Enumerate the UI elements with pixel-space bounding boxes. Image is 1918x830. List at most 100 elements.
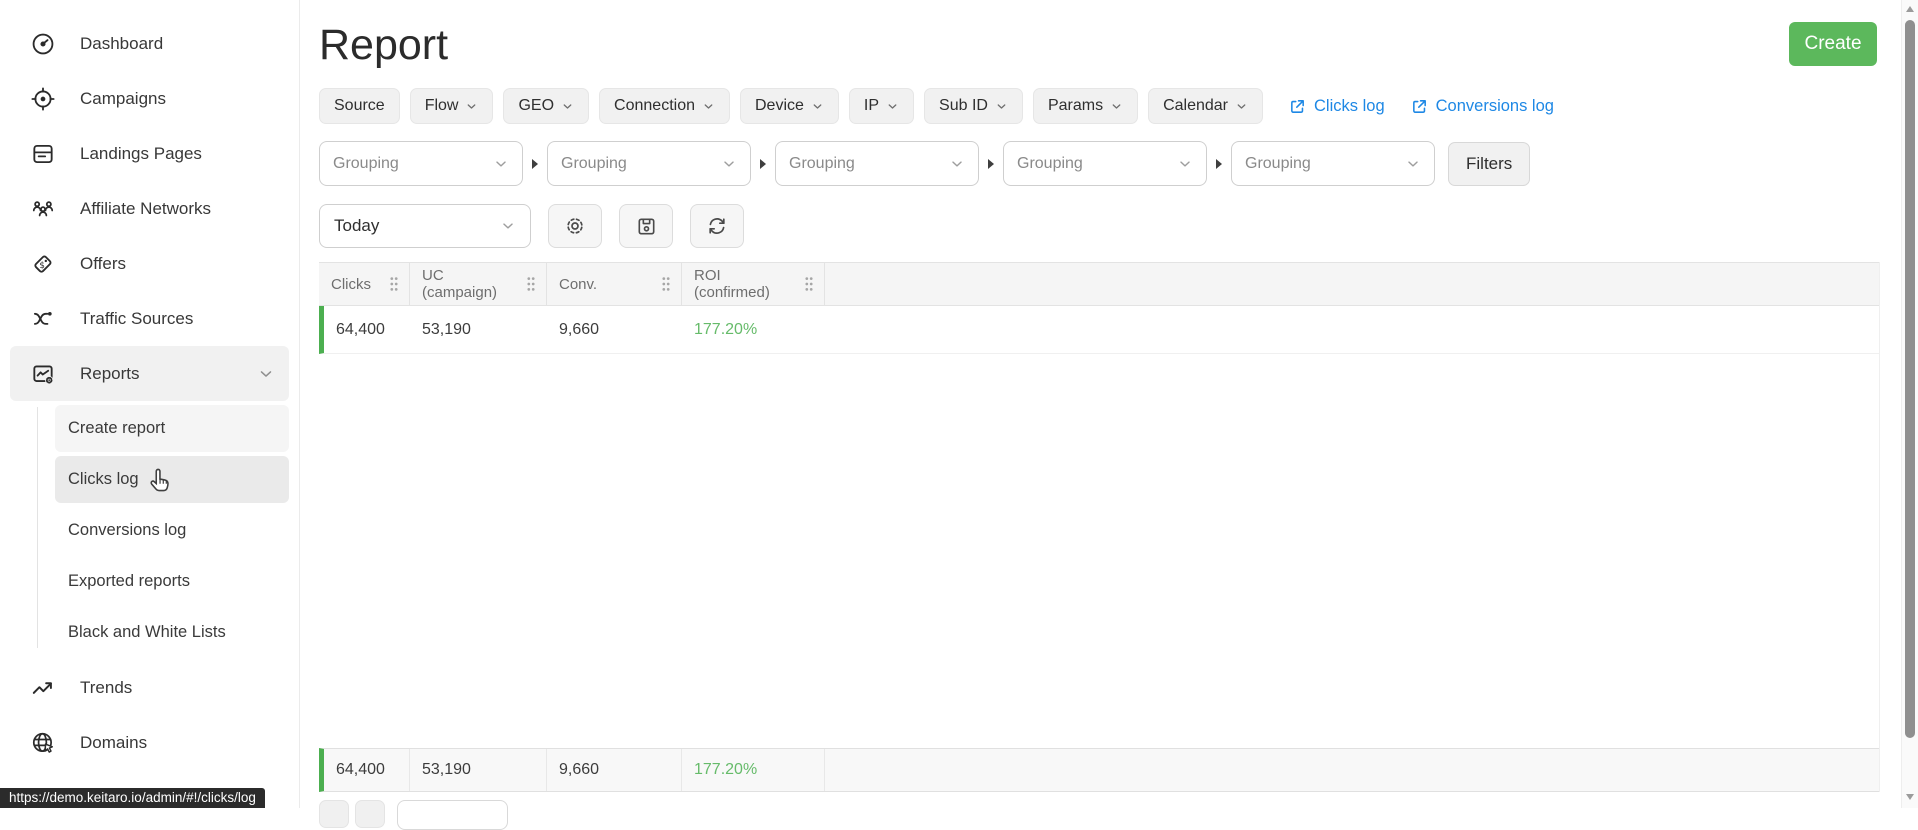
date-range-value: Today (334, 216, 380, 235)
save-floppy-icon (635, 215, 658, 238)
toolbar-row: Today (319, 204, 1880, 248)
topbar: Report Create (319, 20, 1880, 70)
column-label: ROI (confirmed) (694, 267, 770, 301)
grouping-select-1[interactable]: Grouping (319, 141, 523, 186)
chevron-down-icon (257, 365, 275, 383)
chip-label: Device (755, 97, 804, 114)
sidebar-item-offers[interactable]: $ Offers (0, 236, 299, 291)
domains-globe-icon (30, 730, 56, 756)
grouping-select-3[interactable]: Grouping (775, 141, 979, 186)
column-header-filler (825, 263, 1879, 305)
grouping-select-2[interactable]: Grouping (547, 141, 751, 186)
footer-cell-clicks: 64,400 (324, 749, 410, 791)
conversions-log-link[interactable]: Conversions log (1411, 97, 1554, 116)
vertical-scrollbar[interactable] (1901, 0, 1918, 808)
cell-conv: 9,660 (559, 320, 600, 338)
footer-cell-roi: 177.20% (682, 749, 825, 791)
refresh-button[interactable] (690, 204, 744, 248)
refresh-icon (705, 214, 729, 238)
create-button[interactable]: Create (1789, 22, 1877, 66)
filter-chip-ip[interactable]: IP (848, 88, 915, 124)
arrow-right-icon (532, 158, 538, 169)
sidebar-item-create-report[interactable]: Create report (55, 405, 289, 452)
grouping-select-5[interactable]: Grouping (1231, 141, 1435, 186)
sub-item-label: Exported reports (68, 572, 190, 590)
column-header-clicks[interactable]: Clicks (319, 263, 410, 305)
offers-tag-icon: $ (30, 251, 56, 277)
link-label: Clicks log (1314, 96, 1385, 115)
filters-button[interactable]: Filters (1448, 141, 1531, 186)
scrollbar-thumb[interactable] (1905, 20, 1915, 738)
pagination-prev-button[interactable] (319, 800, 349, 828)
column-header-conv[interactable]: Conv. (547, 263, 682, 305)
sidebar-item-domains[interactable]: Domains (0, 715, 299, 770)
chevron-down-icon (1235, 100, 1248, 113)
filter-chip-device[interactable]: Device (740, 88, 839, 124)
drag-handle-icon[interactable] (526, 276, 536, 292)
chevron-down-icon (721, 156, 737, 172)
sidebar-item-dashboard[interactable]: Dashboard (0, 16, 299, 71)
footer-cell-filler (825, 749, 1879, 791)
clicks-log-link[interactable]: Clicks log (1289, 97, 1385, 116)
reports-subnav: Create report Clicks log Conversions log… (0, 405, 299, 656)
filter-chip-sub-id[interactable]: Sub ID (924, 88, 1023, 124)
sidebar-item-black-white-lists[interactable]: Black and White Lists (55, 609, 289, 656)
sidebar-item-conversions-log[interactable]: Conversions log (55, 507, 289, 554)
dashboard-icon (30, 31, 56, 57)
sub-item-label: Create report (68, 419, 166, 437)
pagination-next-button[interactable] (355, 800, 385, 828)
external-link-icon (1289, 98, 1306, 115)
footer-cell-conv: 9,660 (547, 749, 682, 791)
grouping-select-4[interactable]: Grouping (1003, 141, 1207, 186)
chip-label: Params (1047, 97, 1104, 114)
column-header-roi-confirmed[interactable]: ROI (confirmed) (682, 263, 825, 305)
chevron-down-icon (500, 218, 516, 234)
gear-icon (563, 214, 587, 238)
sidebar: Dashboard Campaigns Landings Pages Affil… (0, 0, 300, 808)
drag-handle-icon[interactable] (661, 276, 671, 292)
filter-chip-flow[interactable]: Flow (409, 88, 494, 124)
external-link-icon (1411, 98, 1428, 115)
sidebar-item-trends[interactable]: Trends (0, 660, 299, 715)
traffic-sources-icon (30, 306, 56, 332)
chevron-down-icon (1110, 100, 1123, 113)
cell-uc-campaign: 53,190 (422, 320, 471, 338)
grouping-placeholder: Grouping (561, 154, 627, 172)
svg-text:$: $ (39, 260, 45, 270)
drag-handle-icon[interactable] (389, 276, 399, 292)
grouping-row: Grouping Grouping Grouping Grouping Grou… (319, 141, 1880, 186)
filter-chip-source[interactable]: Source (319, 88, 400, 124)
scroll-up-arrow-icon[interactable] (1905, 6, 1914, 12)
sub-item-label: Conversions log (68, 521, 187, 539)
grouping-placeholder: Grouping (1245, 154, 1311, 172)
sidebar-item-campaigns[interactable]: Campaigns (0, 71, 299, 126)
chevron-down-icon (995, 100, 1008, 113)
page-size-select[interactable] (397, 800, 508, 830)
sidebar-item-landings-pages[interactable]: Landings Pages (0, 126, 299, 181)
column-label: Clicks (331, 275, 371, 293)
arrow-right-icon (988, 158, 994, 169)
filter-chip-geo[interactable]: GEO (503, 88, 590, 124)
sidebar-item-traffic-sources[interactable]: Traffic Sources (0, 291, 299, 346)
drag-handle-icon[interactable] (804, 276, 814, 292)
cell-roi: 177.20% (694, 320, 758, 338)
scroll-down-arrow-icon[interactable] (1905, 794, 1914, 800)
sidebar-item-affiliate-networks[interactable]: Affiliate Networks (0, 181, 299, 236)
filter-chip-calendar[interactable]: Calendar (1148, 88, 1264, 124)
chevron-down-icon (561, 100, 574, 113)
settings-button[interactable] (548, 204, 602, 248)
sidebar-item-clicks-log[interactable]: Clicks log (55, 456, 289, 503)
sidebar-item-label: Domains (80, 732, 148, 752)
sidebar-item-exported-reports[interactable]: Exported reports (55, 558, 289, 605)
affiliate-networks-icon (30, 196, 56, 222)
sidebar-item-label: Traffic Sources (80, 308, 194, 328)
sidebar-item-reports[interactable]: Reports (10, 346, 289, 401)
table-row[interactable]: 64,400 53,190 9,660 177.20% (319, 306, 1879, 354)
date-range-select[interactable]: Today (319, 204, 531, 248)
campaigns-icon (30, 86, 56, 112)
column-header-uc-campaign[interactable]: UC (campaign) (410, 263, 547, 305)
filter-chips-row: Source Flow GEO Connection Device IP Sub… (319, 88, 1880, 124)
filter-chip-params[interactable]: Params (1032, 88, 1139, 124)
save-report-button[interactable] (619, 204, 673, 248)
filter-chip-connection[interactable]: Connection (599, 88, 730, 124)
